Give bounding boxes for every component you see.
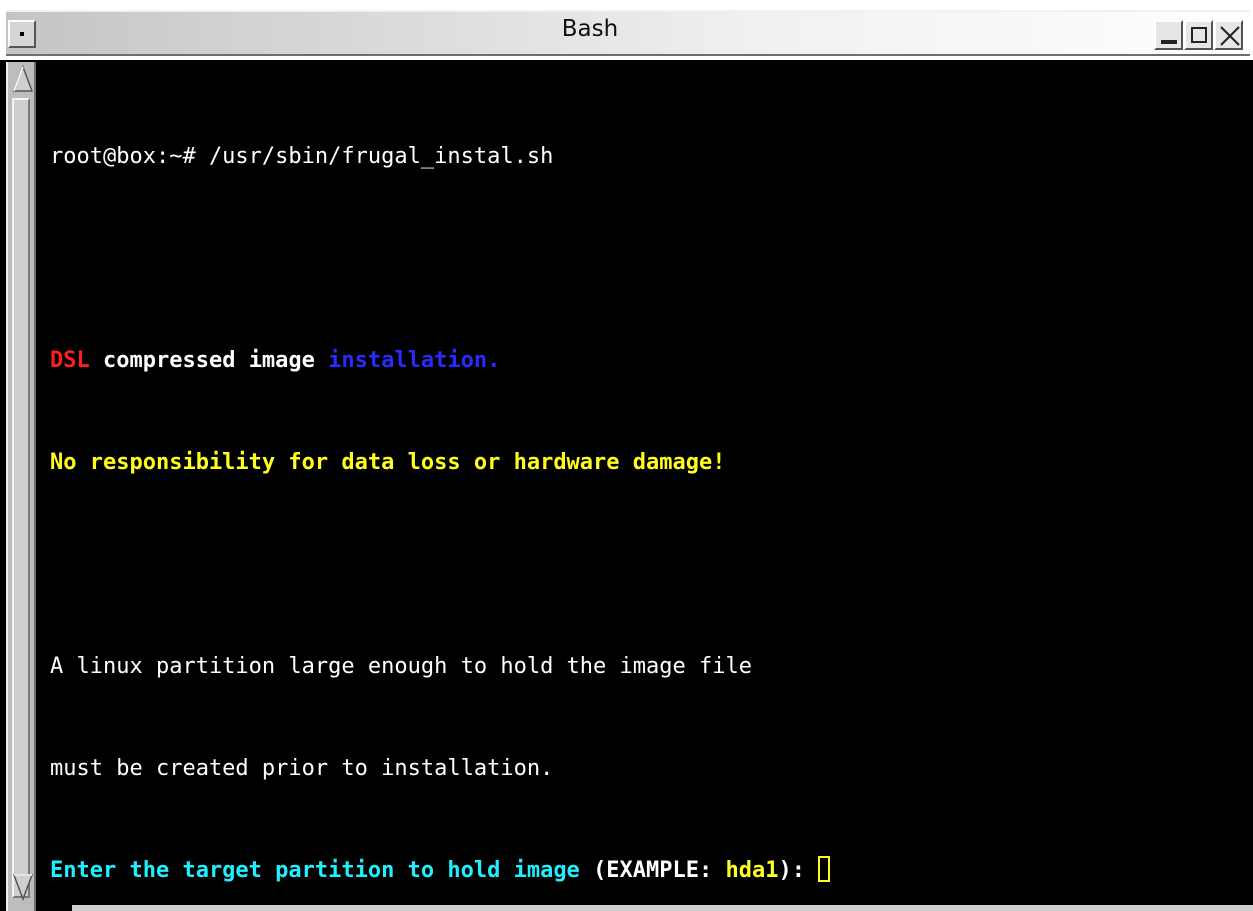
terminal-output[interactable]: root@box:~# /usr/sbin/frugal_instal.sh D… (40, 62, 1253, 911)
prompt-line: Enter the target partition to hold image… (50, 854, 1253, 888)
command-line: root@box:~# /usr/sbin/frugal_instal.sh (50, 144, 554, 169)
prompt-example-close: ): (778, 858, 819, 883)
title-bar[interactable]: Bash (0, 0, 1253, 60)
window-title: Bash (561, 16, 619, 42)
vertical-scrollbar[interactable] (6, 62, 36, 911)
text-cursor[interactable] (818, 856, 831, 882)
warning-line: No responsibility for data loss or hardw… (50, 450, 726, 475)
info-line-1: A linux partition large enough to hold t… (50, 654, 752, 679)
minimize-icon[interactable] (1154, 20, 1183, 50)
scroll-up-arrow-icon[interactable] (12, 64, 34, 99)
bottom-border (72, 905, 1253, 911)
terminal-window: Bash root@box:~# /usr/sbin/frugal_instal… (0, 0, 1253, 911)
scroll-down-arrow-icon[interactable] (12, 872, 34, 907)
prompt-example-value: hda1 (725, 858, 779, 883)
close-icon[interactable] (1214, 20, 1243, 50)
installation-label: installation. (328, 348, 501, 373)
dsl-label: DSL (50, 348, 90, 373)
maximize-icon[interactable] (1184, 20, 1213, 50)
install-title-line: DSL compressed image installation. (50, 344, 1253, 378)
compressed-image-label: compressed image (89, 348, 329, 373)
prompt-question: Enter the target partition to hold image (50, 858, 594, 883)
scrollbar-thumb[interactable] (12, 98, 30, 898)
prompt-example-open: (EXAMPLE: (593, 858, 726, 883)
info-line-2: must be created prior to installation. (50, 756, 554, 781)
